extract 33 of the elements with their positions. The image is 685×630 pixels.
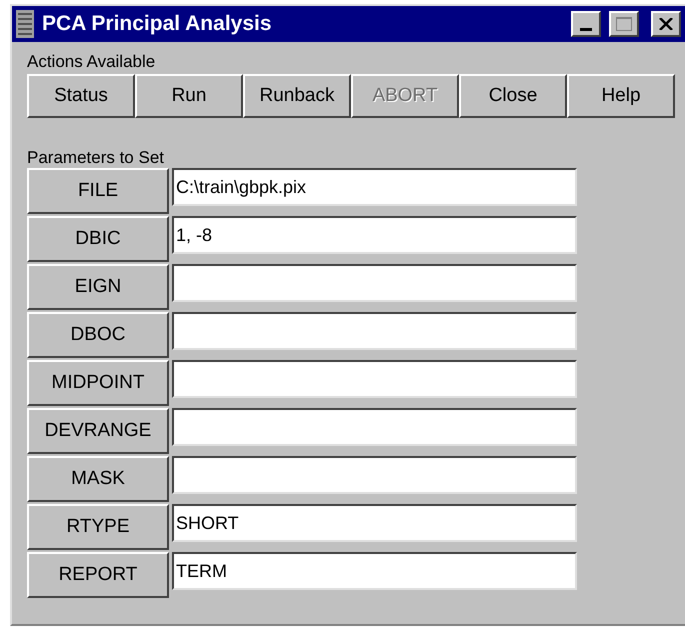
parameter-button[interactable]: EIGN [27, 264, 169, 310]
close-icon [659, 18, 673, 30]
minimize-icon [580, 28, 592, 31]
action-button[interactable]: Runback [243, 74, 351, 118]
parameter-button[interactable]: RTYPE [27, 504, 169, 550]
maximize-button[interactable] [609, 11, 639, 37]
parameter-button[interactable]: DBIC [27, 216, 169, 262]
parameter-field[interactable] [172, 408, 577, 446]
parameter-field[interactable] [172, 456, 577, 494]
parameter-field[interactable]: 1, -8 [172, 216, 577, 254]
parameter-button[interactable]: DEVRANGE [27, 408, 169, 454]
section-label: Parameters to Set [27, 148, 166, 168]
action-button[interactable]: Status [27, 74, 135, 118]
minimize-button[interactable] [571, 11, 601, 37]
parameter-button[interactable]: DBOC [27, 312, 169, 358]
parameter-field[interactable] [172, 312, 577, 350]
parameter-field[interactable] [172, 264, 577, 302]
parameter-button[interactable]: MASK [27, 456, 169, 502]
app-icon [16, 10, 34, 38]
parameter-button[interactable]: FILE [27, 168, 169, 214]
parameter-button[interactable]: MIDPOINT [27, 360, 169, 406]
parameter-button[interactable]: REPORT [27, 552, 169, 598]
section-label: Actions Available [27, 52, 156, 72]
parameter-field[interactable] [172, 360, 577, 398]
maximize-icon [616, 17, 632, 31]
parameter-field[interactable]: SHORT [172, 504, 577, 542]
parameter-field[interactable]: C:\train\gbpk.pix [172, 168, 577, 206]
action-button[interactable]: Help [567, 74, 675, 118]
action-button[interactable]: Close [459, 74, 567, 118]
close-button[interactable] [651, 11, 681, 37]
action-button[interactable]: Run [135, 74, 243, 118]
window-title: PCA Principal Analysis [42, 11, 273, 38]
parameter-field[interactable]: TERM [172, 552, 577, 590]
